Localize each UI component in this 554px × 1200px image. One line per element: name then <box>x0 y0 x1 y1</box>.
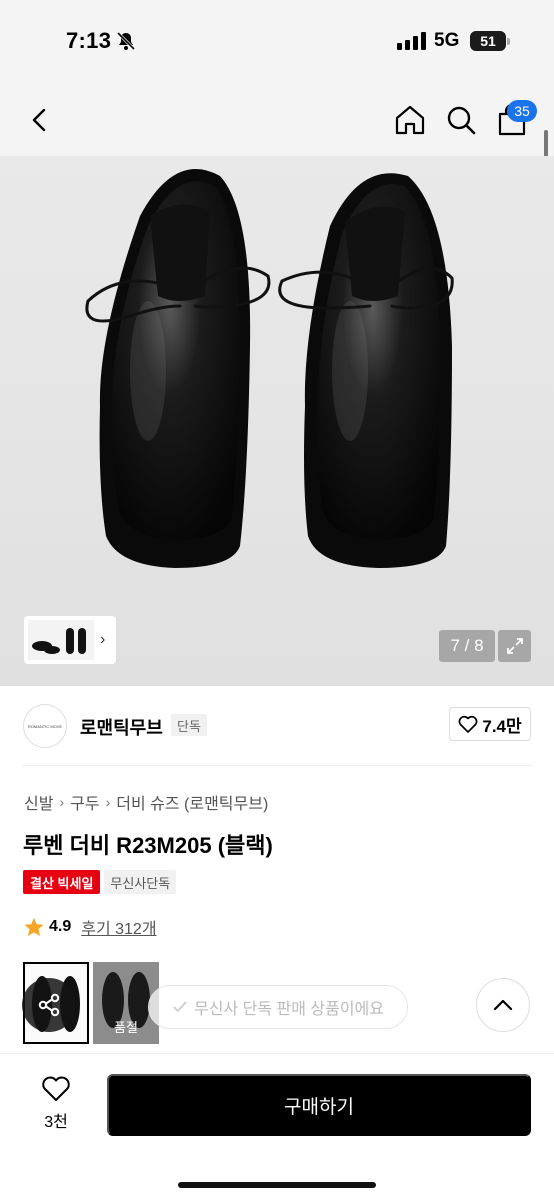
home-indicator <box>178 1182 376 1188</box>
brand-like-button[interactable]: 7.4만 <box>449 707 531 741</box>
expand-icon[interactable] <box>498 630 531 662</box>
breadcrumb: 신발 › 구두 › 더비 슈즈 (로맨틱무브) <box>24 790 268 814</box>
app-header <box>0 84 554 156</box>
brand-row[interactable]: ROMANTIC MOVE 로맨틱무브 단독 7.4만 <box>0 700 554 752</box>
search-icon[interactable] <box>443 102 479 138</box>
bottom-bar: 3천 구매하기 <box>0 1053 554 1200</box>
wishlist-count: 3천 <box>44 1114 68 1131</box>
product-title: 루벤 더비 R23M205 (블랙) <box>23 833 273 858</box>
breadcrumb-item[interactable]: 더비 슈즈 (로맨틱무브) <box>116 790 268 814</box>
thumbnail-image <box>28 620 94 660</box>
thumbnail-strip[interactable]: › <box>24 616 116 664</box>
home-icon[interactable] <box>392 102 428 138</box>
exclusive-badge: 무신사단독 <box>104 870 177 894</box>
brand-exclusive-tag: 단독 <box>171 714 207 736</box>
status-time: 7:13 <box>66 28 112 53</box>
brand-logo[interactable]: ROMANTIC MOVE <box>23 704 67 748</box>
chevron-right-icon: › <box>100 631 106 648</box>
exclusive-notice: 무신사 단독 판매 상품이에요 <box>148 985 408 1029</box>
soldout-label: 품절 <box>114 1020 138 1035</box>
battery-cap <box>507 38 510 45</box>
check-icon <box>173 1001 187 1013</box>
cart-count-badge: 35 <box>507 100 537 122</box>
divider <box>22 765 532 766</box>
reviews-link[interactable]: 후기 312개 <box>81 915 156 939</box>
brand-like-count: 7.4만 <box>482 716 522 736</box>
share-icon <box>38 993 60 1017</box>
signal-icon <box>397 32 426 50</box>
image-counter: 7 / 8 <box>439 630 495 662</box>
rating-score: 4.9 <box>49 918 72 935</box>
exclusive-notice-text: 무신사 단독 판매 상품이에요 <box>194 1001 384 1018</box>
breadcrumb-item[interactable]: 구두 <box>70 790 99 814</box>
heart-icon <box>458 715 478 733</box>
status-bar: 7:13 5G 51 <box>0 0 554 84</box>
heart-icon <box>42 1076 70 1101</box>
network-type: 5G <box>434 30 460 51</box>
sale-badge: 결산 빅세일 <box>23 870 101 894</box>
scroll-top-button[interactable] <box>476 978 530 1032</box>
wishlist-button[interactable]: 3천 <box>26 1076 86 1136</box>
star-icon <box>24 917 44 936</box>
breadcrumb-item[interactable]: 신발 <box>24 790 53 814</box>
product-image <box>85 169 454 569</box>
product-badges: 결산 빅세일 무신사단독 <box>23 870 177 894</box>
rating: 4.9 후기 312개 <box>23 915 157 939</box>
chevron-right-icon: › <box>59 794 65 810</box>
chevron-right-icon: › <box>105 794 111 810</box>
buy-button[interactable]: 구매하기 <box>107 1074 531 1136</box>
share-button[interactable] <box>22 978 76 1032</box>
bell-off-icon <box>116 31 136 51</box>
back-icon[interactable] <box>24 102 56 138</box>
chevron-up-icon <box>493 999 513 1011</box>
product-image-gallery[interactable]: › 7 / 8 <box>0 156 554 686</box>
brand-name[interactable]: 로맨틱무브 <box>80 714 163 740</box>
battery-icon: 51 <box>470 31 506 51</box>
